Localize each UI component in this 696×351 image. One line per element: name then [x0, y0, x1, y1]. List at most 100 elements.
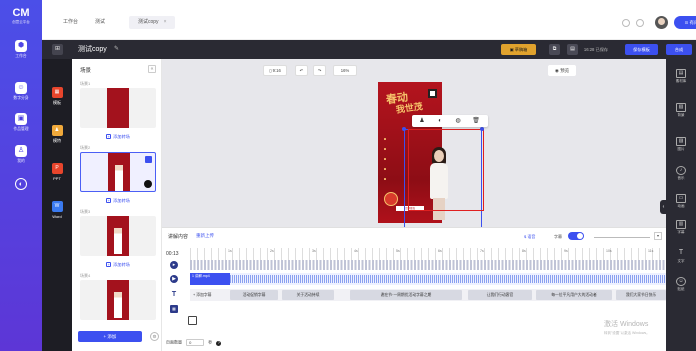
avatar[interactable] [655, 16, 668, 29]
style-icon[interactable]: ◍ [454, 117, 462, 125]
aspect-ratio-select[interactable]: ▯ 9:16 [263, 65, 287, 76]
scenes-panel: 场景 « 场景1 + 添加转场 场景2 + 添加转场 场景3 + 添加转场 场景… [72, 59, 162, 351]
person-icon: ☺ [15, 82, 27, 94]
ruler-tick: 5s [396, 249, 400, 253]
caption-toggle[interactable] [568, 232, 584, 240]
bell-icon[interactable] [636, 19, 644, 27]
gear-icon[interactable]: ⚙ [150, 332, 159, 341]
tool-model[interactable]: ♟ 模特 [46, 125, 68, 144]
rtool-sticker[interactable]: ☺ 贴纸 [672, 277, 690, 292]
resize-handle[interactable] [480, 127, 484, 131]
add-transition-button[interactable]: + 添加转场 [80, 198, 156, 206]
close-icon[interactable]: × [164, 19, 167, 25]
resize-handle[interactable] [402, 127, 406, 131]
trash-icon[interactable]: 🗑 [472, 117, 480, 125]
add-subtitle-button[interactable]: + 添加字幕 [190, 290, 222, 300]
subtitle-track[interactable]: + 添加字幕 活动促销字幕 关于活动持续 邀在节·一周期优活动字幕之期 让我们行… [190, 289, 666, 301]
scene-card[interactable]: 场景3 + 添加转场 [80, 209, 156, 270]
audio-clip[interactable]: 1 讲解.mp4 [190, 273, 230, 285]
audio-track[interactable]: 1 讲解.mp4 [190, 273, 666, 285]
add-scene-button[interactable]: + 添加 [78, 331, 142, 342]
help-icon[interactable]: ? [216, 340, 222, 346]
zoom-slider[interactable] [594, 232, 650, 238]
tab-test[interactable]: 测试 [86, 16, 114, 29]
animation-icon: ▭ [676, 194, 686, 203]
rtool-text[interactable]: T 文字 [672, 249, 690, 264]
scene-card[interactable]: 场景1 + 添加转场 [80, 81, 156, 142]
rail-item-works[interactable]: ▣ 作品管理 [6, 113, 36, 141]
save-icon[interactable]: ▤ [567, 44, 578, 55]
rtool-music[interactable]: ♪ 音乐 [672, 166, 690, 181]
tool-label: PPT [53, 176, 61, 181]
presenter-thumb [115, 165, 123, 191]
add-transition-button[interactable]: + 添加转场 [80, 262, 156, 270]
rtool-library[interactable]: ▤ 素材库 [672, 69, 690, 84]
compose-button[interactable]: 合成 [666, 44, 692, 55]
plus-icon: + [106, 198, 112, 203]
rtool-subtitle[interactable]: ▥ 字幕 [672, 220, 690, 235]
reupload-link[interactable]: 重新上传 [196, 233, 214, 239]
scene-thumbnail[interactable] [80, 280, 156, 320]
rail-item-avatar[interactable]: ☺ 数字分身 [6, 82, 36, 110]
rail-item-theme[interactable]: ◐ [6, 178, 36, 206]
subtitle-segment[interactable]: 邀在节·一周期优活动字幕之期 [350, 290, 462, 300]
rail-label: 数字分身 [13, 96, 29, 100]
rtool-image[interactable]: ▨ 图片 [672, 137, 690, 152]
tab-label: 工作台 [63, 19, 79, 25]
tab-workbench[interactable]: 工作台 [54, 16, 87, 29]
zoom-select[interactable]: 16% [333, 65, 357, 76]
delete-icon[interactable] [145, 156, 152, 163]
decor-dot [384, 138, 386, 140]
layer-icon[interactable]: ◐ [436, 117, 444, 125]
subtitle-segment[interactable]: 让我们行动客官 [468, 290, 532, 300]
rtool-background[interactable]: ▧ 背景 [672, 103, 690, 118]
subtitle-segment[interactable]: 活动促销字幕 [230, 290, 278, 300]
time-ruler[interactable]: 1s 2s 3s 4s 5s 6s 7s 8s 9s 10s 11s [190, 248, 666, 260]
replace-icon[interactable]: ♟ [418, 117, 426, 125]
collapse-icon[interactable]: « [148, 65, 156, 73]
chevron-down-icon[interactable]: ▾ [654, 232, 662, 240]
play-icon[interactable]: ▶ [170, 275, 178, 283]
brand-logo[interactable]: CM 创意云平台 [9, 6, 33, 30]
expand-icon[interactable]: ‹ [660, 200, 667, 214]
element-toolbar: ♟ ◐ ◍ 🗑 [412, 115, 488, 127]
voice-button[interactable]: $ 语音 [524, 232, 535, 241]
redo-button[interactable]: ↷ [313, 65, 326, 76]
tool-word[interactable]: W Word [46, 201, 68, 219]
subtitle-segment[interactable]: 关于活动持续 [282, 290, 334, 300]
text-icon[interactable]: T [170, 291, 178, 299]
asset-tools: ▦ 模板 ♟ 模特 P PPT W Word [42, 59, 72, 351]
project-title: 测试copy [78, 46, 107, 53]
settings-icon[interactable] [622, 19, 630, 27]
tab-test-copy[interactable]: 测试copy × [129, 16, 176, 29]
draft-box-button[interactable]: ▣ 草稿箱 [501, 44, 536, 55]
preview-button[interactable]: ◉ 预览 [548, 65, 576, 76]
clip-icon[interactable] [188, 316, 197, 325]
rtool-animation[interactable]: ▭ 动画 [672, 194, 690, 209]
rail-item-mine[interactable]: ♙ 我的 [6, 145, 36, 173]
save-template-button[interactable]: 保存模板 [625, 44, 658, 55]
model-icon: ♟ [51, 125, 63, 136]
subtitle-segment[interactable]: 我们大家节日快乐 [616, 290, 666, 300]
video-track-icon[interactable]: ▸ [170, 261, 178, 269]
help-button[interactable]: ⊙ 有问 [674, 16, 696, 29]
scene-thumbnail[interactable] [80, 88, 156, 128]
grid-icon[interactable]: ▦ [170, 305, 178, 313]
word-icon: W [51, 201, 63, 212]
play-icon[interactable] [144, 180, 152, 188]
tool-template[interactable]: ▦ 模板 [46, 87, 68, 106]
add-transition-button[interactable]: + 添加转场 [80, 134, 156, 142]
scene-thumbnail[interactable] [80, 152, 156, 192]
rail-item-workbench[interactable]: ⬢ 工作台 [6, 40, 36, 68]
video-track[interactable] [190, 260, 666, 270]
page-input[interactable]: 0 [186, 339, 205, 346]
edit-icon[interactable]: ✎ [114, 44, 119, 55]
grid-icon[interactable]: ⊞ [52, 44, 63, 55]
scene-card-active[interactable]: 场景2 + 添加转场 [80, 145, 156, 206]
subtitle-segment[interactable]: 每一位平凡用户大的活动者 [536, 290, 612, 300]
copy-icon[interactable]: ⧉ [549, 44, 560, 55]
scene-card[interactable]: 场景4 [80, 273, 156, 320]
undo-button[interactable]: ↶ [295, 65, 308, 76]
scene-thumbnail[interactable] [80, 216, 156, 256]
tool-ppt[interactable]: P PPT [46, 163, 68, 181]
